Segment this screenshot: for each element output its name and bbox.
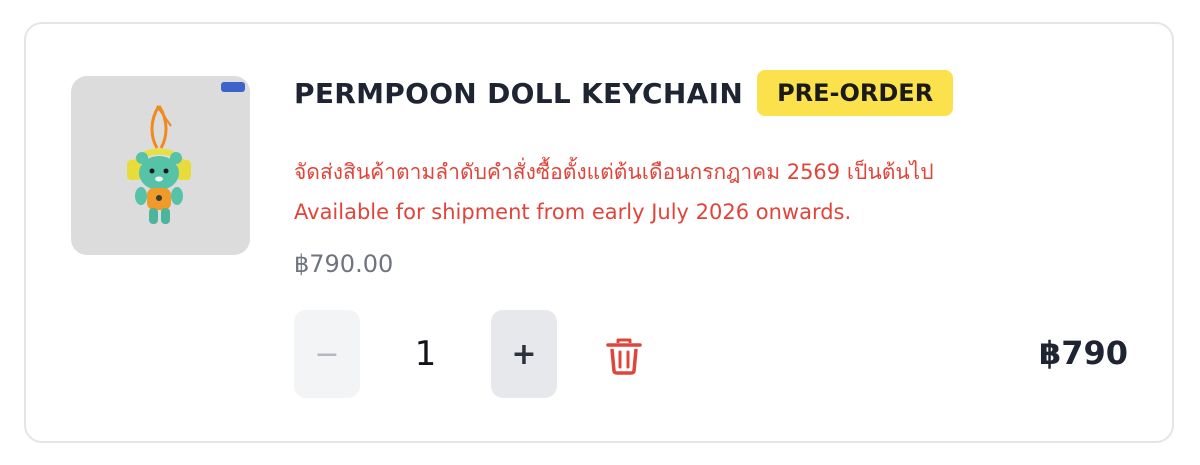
trash-icon-graphic [606,338,642,375]
pre-order-badge: PRE-ORDER [757,70,954,116]
shipping-note-thai: จัดส่งสินค้าตามลำดับคำสั่งซื้อตั้งแต่ต้น… [294,160,934,184]
line-total: ฿790 [1038,334,1128,372]
cart-item-card: PERMPOON DOLL KEYCHAIN PRE-ORDER จัดส่งส… [24,22,1174,443]
quantity-decrement-button[interactable]: − [294,310,360,398]
quantity-value: 1 [414,334,437,374]
unit-price: ฿790.00 [294,250,394,278]
title-row: PERMPOON DOLL KEYCHAIN PRE-ORDER [294,70,954,116]
shipping-note-english: Available for shipment from early July 2… [294,200,852,224]
product-title[interactable]: PERMPOON DOLL KEYCHAIN [294,77,743,110]
quantity-increment-button[interactable]: + [491,310,557,398]
doll-keychain-image [127,82,245,224]
trash-icon[interactable] [604,336,644,376]
product-thumbnail[interactable] [71,76,250,255]
